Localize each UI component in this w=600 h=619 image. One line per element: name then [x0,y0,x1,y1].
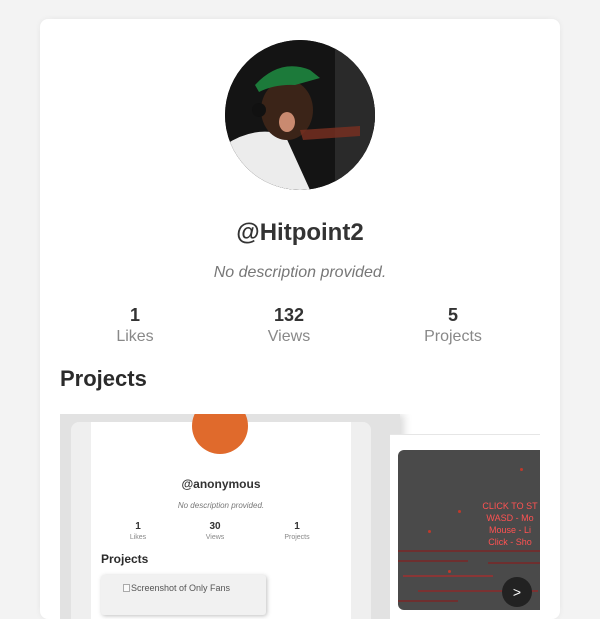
projects-carousel[interactable]: @anonymous No description provided. 1 Li… [60,414,540,619]
mini-screenshot-alt: Screenshot of Only Fans [123,583,230,593]
broken-image-icon [123,584,130,592]
game-instructions: CLICK TO ST WASD - Mo Mouse - Li Click -… [470,500,540,548]
stat-likes-value: 1 [129,305,140,325]
mini-stat-projects: 1 Projects [267,521,327,543]
game-line: Mouse - Li [488,525,532,535]
profile-avatar [225,40,375,190]
mini-screenshot-alt-text: Screenshot of Only Fans [131,583,231,593]
game-floor-line [398,560,468,562]
mini-stat-likes-label: Likes [129,534,147,541]
mini-stat-projects-value: 1 [294,521,300,532]
profile-card: @Hitpoint2 No description provided. 1 Li… [40,19,560,619]
game-floor-line [398,600,458,602]
stat-projects-value: 5 [447,305,458,325]
profile-description: No description provided. [213,264,387,281]
mini-stat-projects-label: Projects [284,534,310,541]
game-floor-line [398,550,540,552]
game-line: CLICK TO ST [482,501,538,511]
mini-screenshot: Screenshot of Only Fans [101,575,266,615]
stat-views-value: 132 [273,305,305,325]
mini-stat-likes: 1 Likes [108,521,168,543]
game-floor-line [403,575,493,577]
game-dot [448,570,451,573]
carousel-next-button[interactable]: > [502,577,532,607]
projects-heading: Projects [60,366,147,391]
stat-likes: 1 Likes [75,304,195,348]
game-line: Click - Sho [488,537,532,547]
game-line: WASD - Mo [486,513,534,523]
stat-likes-label: Likes [116,328,154,345]
project-preview-frame: @anonymous No description provided. 1 Li… [71,414,371,619]
mini-stat-likes-value: 1 [135,521,141,532]
game-floor-line [488,562,540,564]
game-dot [520,468,523,471]
stat-projects: 5 Projects [393,304,513,348]
mini-stat-views: 30 Views [185,521,245,543]
project-card-1[interactable]: @anonymous No description provided. 1 Li… [60,414,400,619]
profile-username: @Hitpoint2 [236,219,364,246]
mini-stat-views-value: 30 [209,521,221,532]
mini-stat-views-label: Views [205,534,225,541]
stat-projects-label: Projects [424,328,482,345]
stat-views-label: Views [267,328,311,345]
mini-avatar [192,414,248,454]
mini-username: @anonymous [181,477,261,491]
game-dot [458,510,461,513]
stat-views: 132 Views [229,304,349,348]
avatar-image [225,40,375,190]
mini-description: No description provided. [177,501,265,510]
project-preview-page: @anonymous No description provided. 1 Li… [91,414,351,619]
mini-projects-heading: Projects [101,552,149,566]
game-dot [428,530,431,533]
